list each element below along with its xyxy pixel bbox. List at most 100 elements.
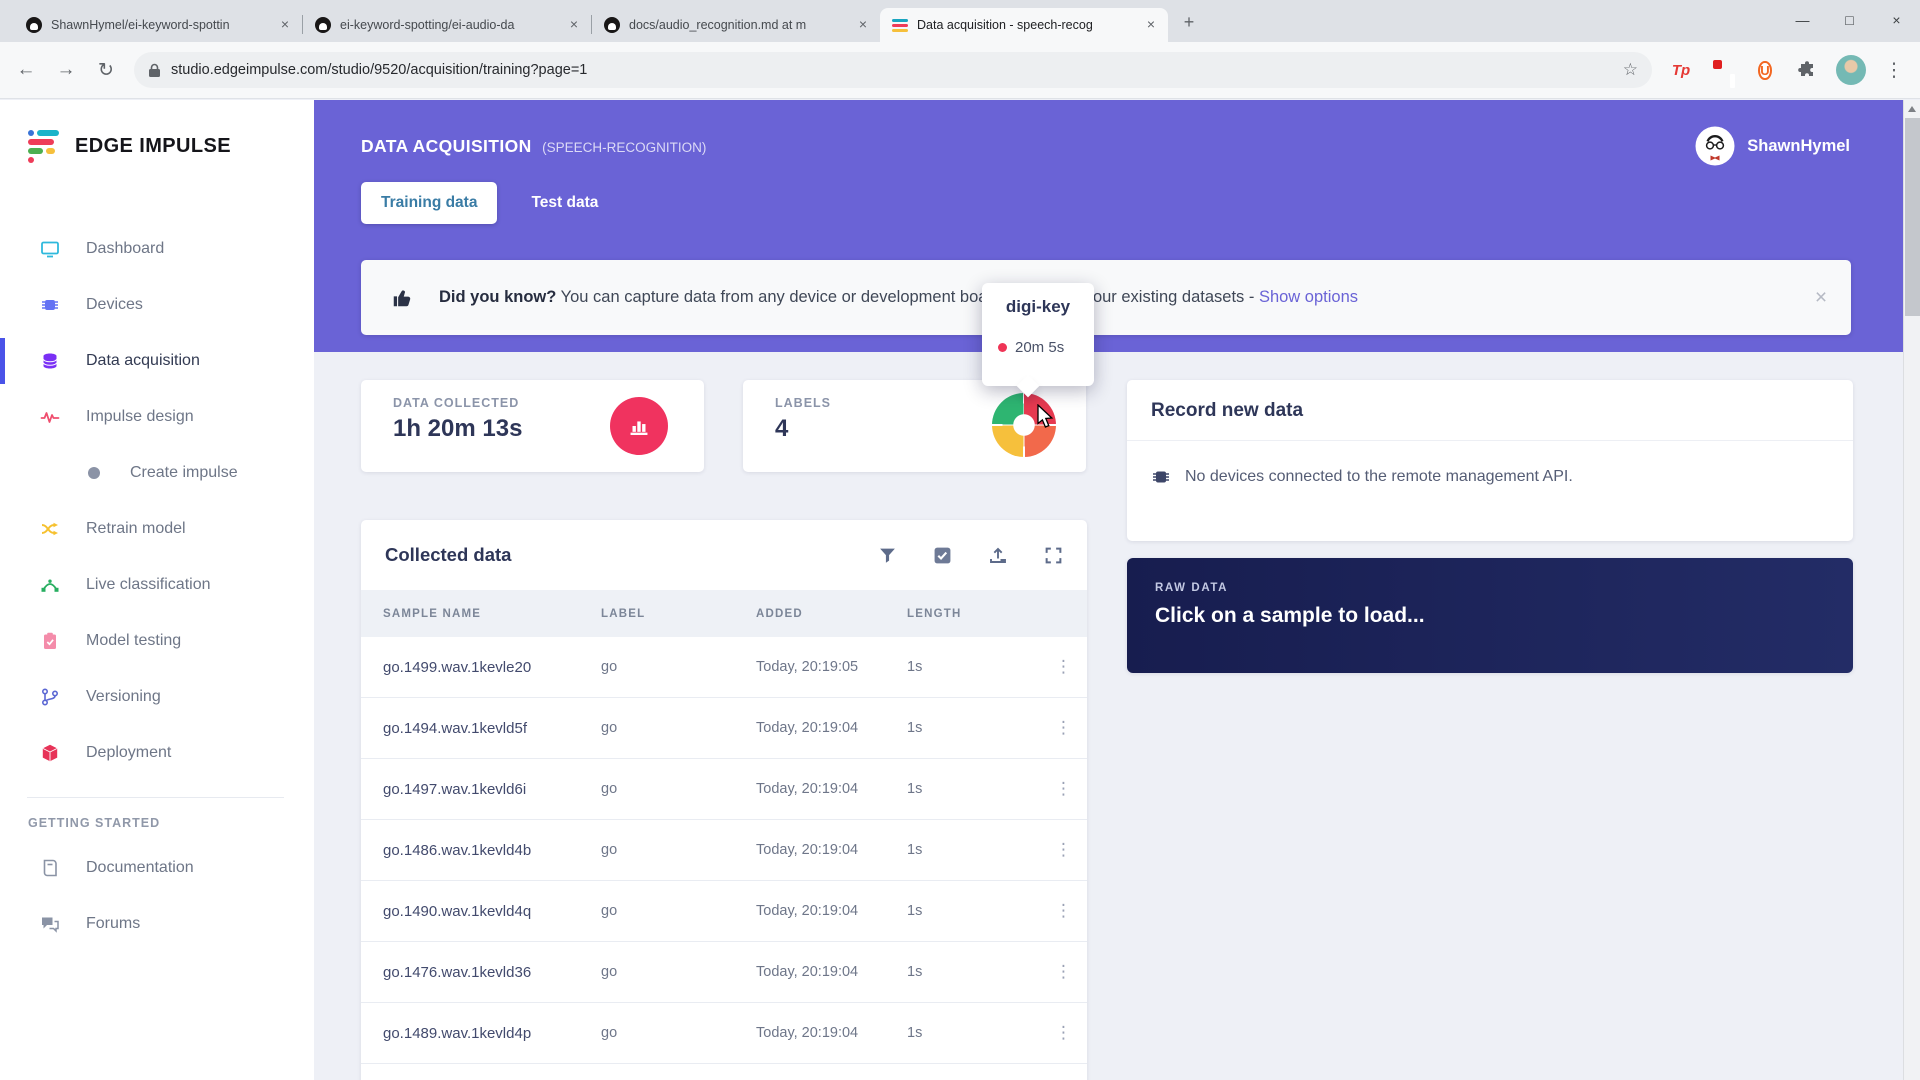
sidebar-item-retrain-model[interactable]: Retrain model xyxy=(0,501,314,557)
tab-close-icon[interactable]: × xyxy=(1142,16,1160,34)
browser-menu-kebab-icon[interactable]: ⋮ xyxy=(1882,59,1906,82)
tab-strip: ShawnHymel/ei-keyword-spottin × ei-keywo… xyxy=(0,0,1920,42)
tab-close-icon[interactable]: × xyxy=(565,16,583,34)
row-menu-kebab-icon[interactable]: ⋮ xyxy=(1040,901,1087,921)
sidebar-item-model-testing[interactable]: Model testing xyxy=(0,613,314,669)
scroll-up-arrow[interactable] xyxy=(1904,100,1920,117)
chart-tooltip: digi-key 20m 5s xyxy=(982,283,1094,386)
user-avatar xyxy=(1695,126,1735,166)
row-menu-kebab-icon[interactable]: ⋮ xyxy=(1040,657,1087,677)
user-chip[interactable]: ShawnHymel xyxy=(1695,126,1850,166)
row-menu-kebab-icon[interactable]: ⋮ xyxy=(1040,779,1087,799)
table-row[interactable]: go.1490.wav.1kevld4q go Today, 20:19:04 … xyxy=(361,881,1087,942)
forward-button[interactable]: → xyxy=(54,59,78,81)
sidebar-item-live-classification[interactable]: Live classification xyxy=(0,557,314,613)
new-tab-button[interactable]: + xyxy=(1174,8,1204,38)
sidebar-item-versioning[interactable]: Versioning xyxy=(0,669,314,725)
back-button[interactable]: ← xyxy=(14,59,38,81)
expand-icon[interactable] xyxy=(1044,546,1063,565)
page-scrollbar[interactable] xyxy=(1903,100,1920,1080)
url-text[interactable]: studio.edgeimpulse.com/studio/9520/acqui… xyxy=(171,62,1613,78)
thumbs-up-icon xyxy=(391,287,413,309)
show-options-link[interactable]: Show options xyxy=(1259,288,1358,306)
logo-text: EDGE IMPULSE xyxy=(75,135,231,158)
col-length: LENGTH xyxy=(907,608,1040,620)
browser-toolbar: ← → ↻ studio.edgeimpulse.com/studio/9520… xyxy=(0,42,1920,99)
table-row[interactable]: go.1476.wav.1kevld36 go Today, 20:19:04 … xyxy=(361,942,1087,1003)
sidebar-item-create-impulse[interactable]: Create impulse xyxy=(0,445,314,501)
maximize-button[interactable]: □ xyxy=(1826,0,1873,42)
tab-title: docs/audio_recognition.md at m xyxy=(629,18,845,32)
extension-tp-icon[interactable]: Tp xyxy=(1668,62,1694,79)
tab-title: ShawnHymel/ei-keyword-spottin xyxy=(51,18,267,32)
filter-icon[interactable] xyxy=(878,546,897,565)
tab-title: ei-keyword-spotting/ei-audio-da xyxy=(340,18,556,32)
table-row[interactable]: go.1494.wav.1kevld5f go Today, 20:19:04 … xyxy=(361,698,1087,759)
sidebar-item-documentation[interactable]: Documentation xyxy=(0,840,314,896)
sidebar-item-forums[interactable]: Forums xyxy=(0,896,314,952)
chat-bubbles-icon xyxy=(40,914,60,934)
no-devices-message: No devices connected to the remote manag… xyxy=(1185,468,1573,486)
sidebar-item-data-acquisition[interactable]: Data acquisition xyxy=(0,333,314,389)
tab-title: Data acquisition - speech-recog xyxy=(917,18,1133,32)
row-menu-kebab-icon[interactable]: ⋮ xyxy=(1040,962,1087,982)
git-branch-icon xyxy=(40,687,60,707)
extension-u-icon[interactable]: U xyxy=(1752,61,1778,80)
browser-tab-1[interactable]: ShawnHymel/ei-keyword-spottin × xyxy=(14,8,302,42)
sidebar: EDGE IMPULSE Dashboard Devices Data acqu… xyxy=(0,100,314,1080)
project-name: (SPEECH-RECOGNITION) xyxy=(542,140,706,155)
close-window-button[interactable]: × xyxy=(1873,0,1920,42)
col-label: LABEL xyxy=(601,608,756,620)
labels-card: LABELS 4 xyxy=(743,380,1086,472)
sidebar-item-devices[interactable]: Devices xyxy=(0,277,314,333)
extensions-puzzle-icon[interactable] xyxy=(1794,60,1820,80)
row-menu-kebab-icon[interactable]: ⋮ xyxy=(1040,718,1087,738)
bookmark-star-icon[interactable]: ☆ xyxy=(1623,60,1638,80)
row-menu-kebab-icon[interactable]: ⋮ xyxy=(1040,840,1087,860)
raw-data-label: RAW DATA xyxy=(1155,582,1853,594)
table-row[interactable]: go.1499.wav.1kevle20 go Today, 20:19:05 … xyxy=(361,637,1087,698)
edge-impulse-icon xyxy=(892,17,908,33)
waveform-icon xyxy=(40,407,60,427)
dot-icon xyxy=(84,463,104,483)
table-row[interactable]: go.1489.wav.1kevld4p go Today, 20:19:04 … xyxy=(361,1003,1087,1064)
collected-data-title: Collected data xyxy=(385,544,878,566)
reload-button[interactable]: ↻ xyxy=(94,59,118,82)
sidebar-item-dashboard[interactable]: Dashboard xyxy=(0,221,314,277)
banner-close-icon[interactable]: × xyxy=(1809,286,1833,310)
banner-text: Did you know? You can capture data from … xyxy=(439,288,1358,307)
github-icon xyxy=(604,17,620,33)
tab-training-data[interactable]: Training data xyxy=(361,182,497,224)
app-frame: EDGE IMPULSE Dashboard Devices Data acqu… xyxy=(0,100,1920,1080)
sidebar-item-impulse-design[interactable]: Impulse design xyxy=(0,389,314,445)
user-name: ShawnHymel xyxy=(1747,137,1850,156)
select-checkbox-icon[interactable] xyxy=(933,546,952,565)
upload-icon[interactable] xyxy=(988,546,1008,565)
address-bar[interactable]: studio.edgeimpulse.com/studio/9520/acqui… xyxy=(134,52,1652,88)
raw-data-card: RAW DATA Click on a sample to load... xyxy=(1127,558,1853,673)
row-menu-kebab-icon[interactable]: ⋮ xyxy=(1040,1023,1087,1043)
database-icon xyxy=(40,351,60,371)
scrollbar-thumb[interactable] xyxy=(1905,118,1920,316)
browser-tab-3[interactable]: docs/audio_recognition.md at m × xyxy=(592,8,880,42)
lock-icon xyxy=(148,63,161,78)
github-icon xyxy=(315,17,331,33)
sidebar-divider xyxy=(27,797,284,798)
sidebar-item-deployment[interactable]: Deployment xyxy=(0,725,314,781)
bar-chart-icon xyxy=(610,397,668,455)
browser-tab-active[interactable]: Data acquisition - speech-recog × xyxy=(880,8,1168,42)
tab-close-icon[interactable]: × xyxy=(854,16,872,34)
browser-tab-2[interactable]: ei-keyword-spotting/ei-audio-da × xyxy=(303,8,591,42)
table-row[interactable]: go.1486.wav.1kevld4b go Today, 20:19:04 … xyxy=(361,820,1087,881)
browser-profile-avatar[interactable] xyxy=(1836,55,1866,85)
series-dot xyxy=(998,343,1007,352)
tab-test-data[interactable]: Test data xyxy=(511,182,618,224)
edge-impulse-logo[interactable]: EDGE IMPULSE xyxy=(0,130,314,163)
browser-chrome: ShawnHymel/ei-keyword-spottin × ei-keywo… xyxy=(0,0,1920,100)
minimize-button[interactable]: — xyxy=(1779,0,1826,42)
col-added: ADDED xyxy=(756,608,907,620)
table-row[interactable]: go.1497.wav.1kevld6i go Today, 20:19:04 … xyxy=(361,759,1087,820)
col-sample-name: SAMPLE NAME xyxy=(383,608,601,620)
record-new-data-card: Record new data No devices connected to … xyxy=(1127,380,1853,541)
tab-close-icon[interactable]: × xyxy=(276,16,294,34)
